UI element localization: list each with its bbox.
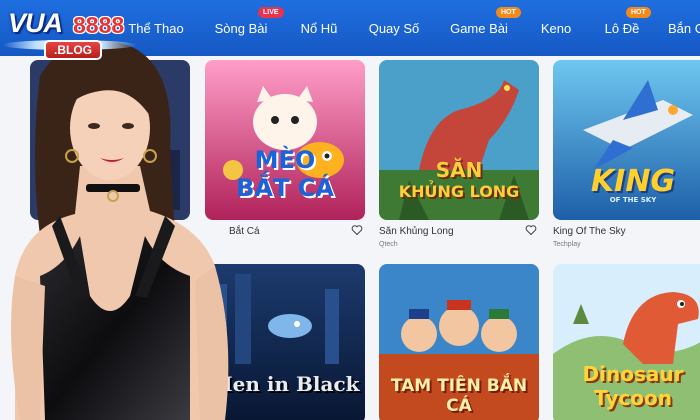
nav-label: Keno xyxy=(540,20,572,36)
hot-badge: HOT xyxy=(496,7,521,18)
game-card-dinosaur-tycoon[interactable]: Dinosaur Tycoon xyxy=(553,264,700,420)
nav-item-ban-ca[interactable]: Bắn C xyxy=(668,0,700,56)
game-card-king-of-the-sky[interactable]: KING OF THE SKY King Of The Sky Techplay xyxy=(553,60,700,248)
artwork-title: SĂN xyxy=(435,158,483,182)
game-provider: Qtech xyxy=(379,241,398,248)
game-thumbnail[interactable]: KING OF THE SKY xyxy=(553,60,700,220)
heart-icon[interactable] xyxy=(525,224,537,236)
nav-item-keno[interactable]: Keno xyxy=(536,0,576,56)
artwork-subtitle: Tycoon xyxy=(594,386,672,410)
game-thumbnail[interactable]: SĂN KHỦNG LONG xyxy=(379,60,539,220)
game-thumbnail[interactable]: TAM TIÊN BẮN CÁ xyxy=(379,264,539,420)
logo-suffix-badge: .BLOG xyxy=(44,40,102,60)
artwork-subtitle: KHỦNG LONG xyxy=(398,182,520,201)
artwork-subtitle: OF THE SKY xyxy=(609,196,657,204)
game-title[interactable]: King Of The Sky xyxy=(553,226,626,237)
nav-label: Lô Đề xyxy=(604,20,640,36)
logo-number: 8888 xyxy=(73,12,125,38)
live-badge: LIVE xyxy=(258,7,284,18)
artwork-title: Dinosaur xyxy=(582,362,684,386)
nav-item-no-hu[interactable]: Nổ Hũ xyxy=(296,0,342,56)
site-logo[interactable]: VUA 8888 .BLOG xyxy=(2,6,137,62)
promo-model-image xyxy=(11,40,229,420)
nav-label: Sòng Bài xyxy=(214,20,268,36)
game-title[interactable]: Săn Khủng Long xyxy=(379,226,454,237)
artwork-title: TAM TIÊN BẮN CÁ xyxy=(390,376,528,416)
nav-item-game-bai[interactable]: Game Bài HOT xyxy=(448,0,521,56)
nav-label: Bắn C xyxy=(668,20,700,36)
hot-badge: HOT xyxy=(626,7,651,18)
heart-icon[interactable] xyxy=(351,224,363,236)
logo-suffix: .BLOG xyxy=(54,43,92,57)
game-thumbnail[interactable]: Dinosaur Tycoon xyxy=(553,264,700,420)
nav-label: Game Bài xyxy=(450,20,508,36)
nav-item-lo-de[interactable]: Lô Đề HOT xyxy=(600,0,651,56)
game-provider: Techplay xyxy=(553,241,581,248)
nav-label: Nổ Hũ xyxy=(300,20,338,36)
nav-item-quay-so[interactable]: Quay Số xyxy=(366,0,422,56)
logo-text: VUA xyxy=(8,8,63,38)
nav-label: Quay Số xyxy=(368,20,420,36)
game-card-san-khung-long[interactable]: SĂN KHỦNG LONG Săn Khủng Long Qtech xyxy=(379,60,539,248)
artwork-title: KING xyxy=(590,164,676,199)
game-card-tam-tien-ban-ca[interactable]: TAM TIÊN BẮN CÁ xyxy=(379,264,539,420)
